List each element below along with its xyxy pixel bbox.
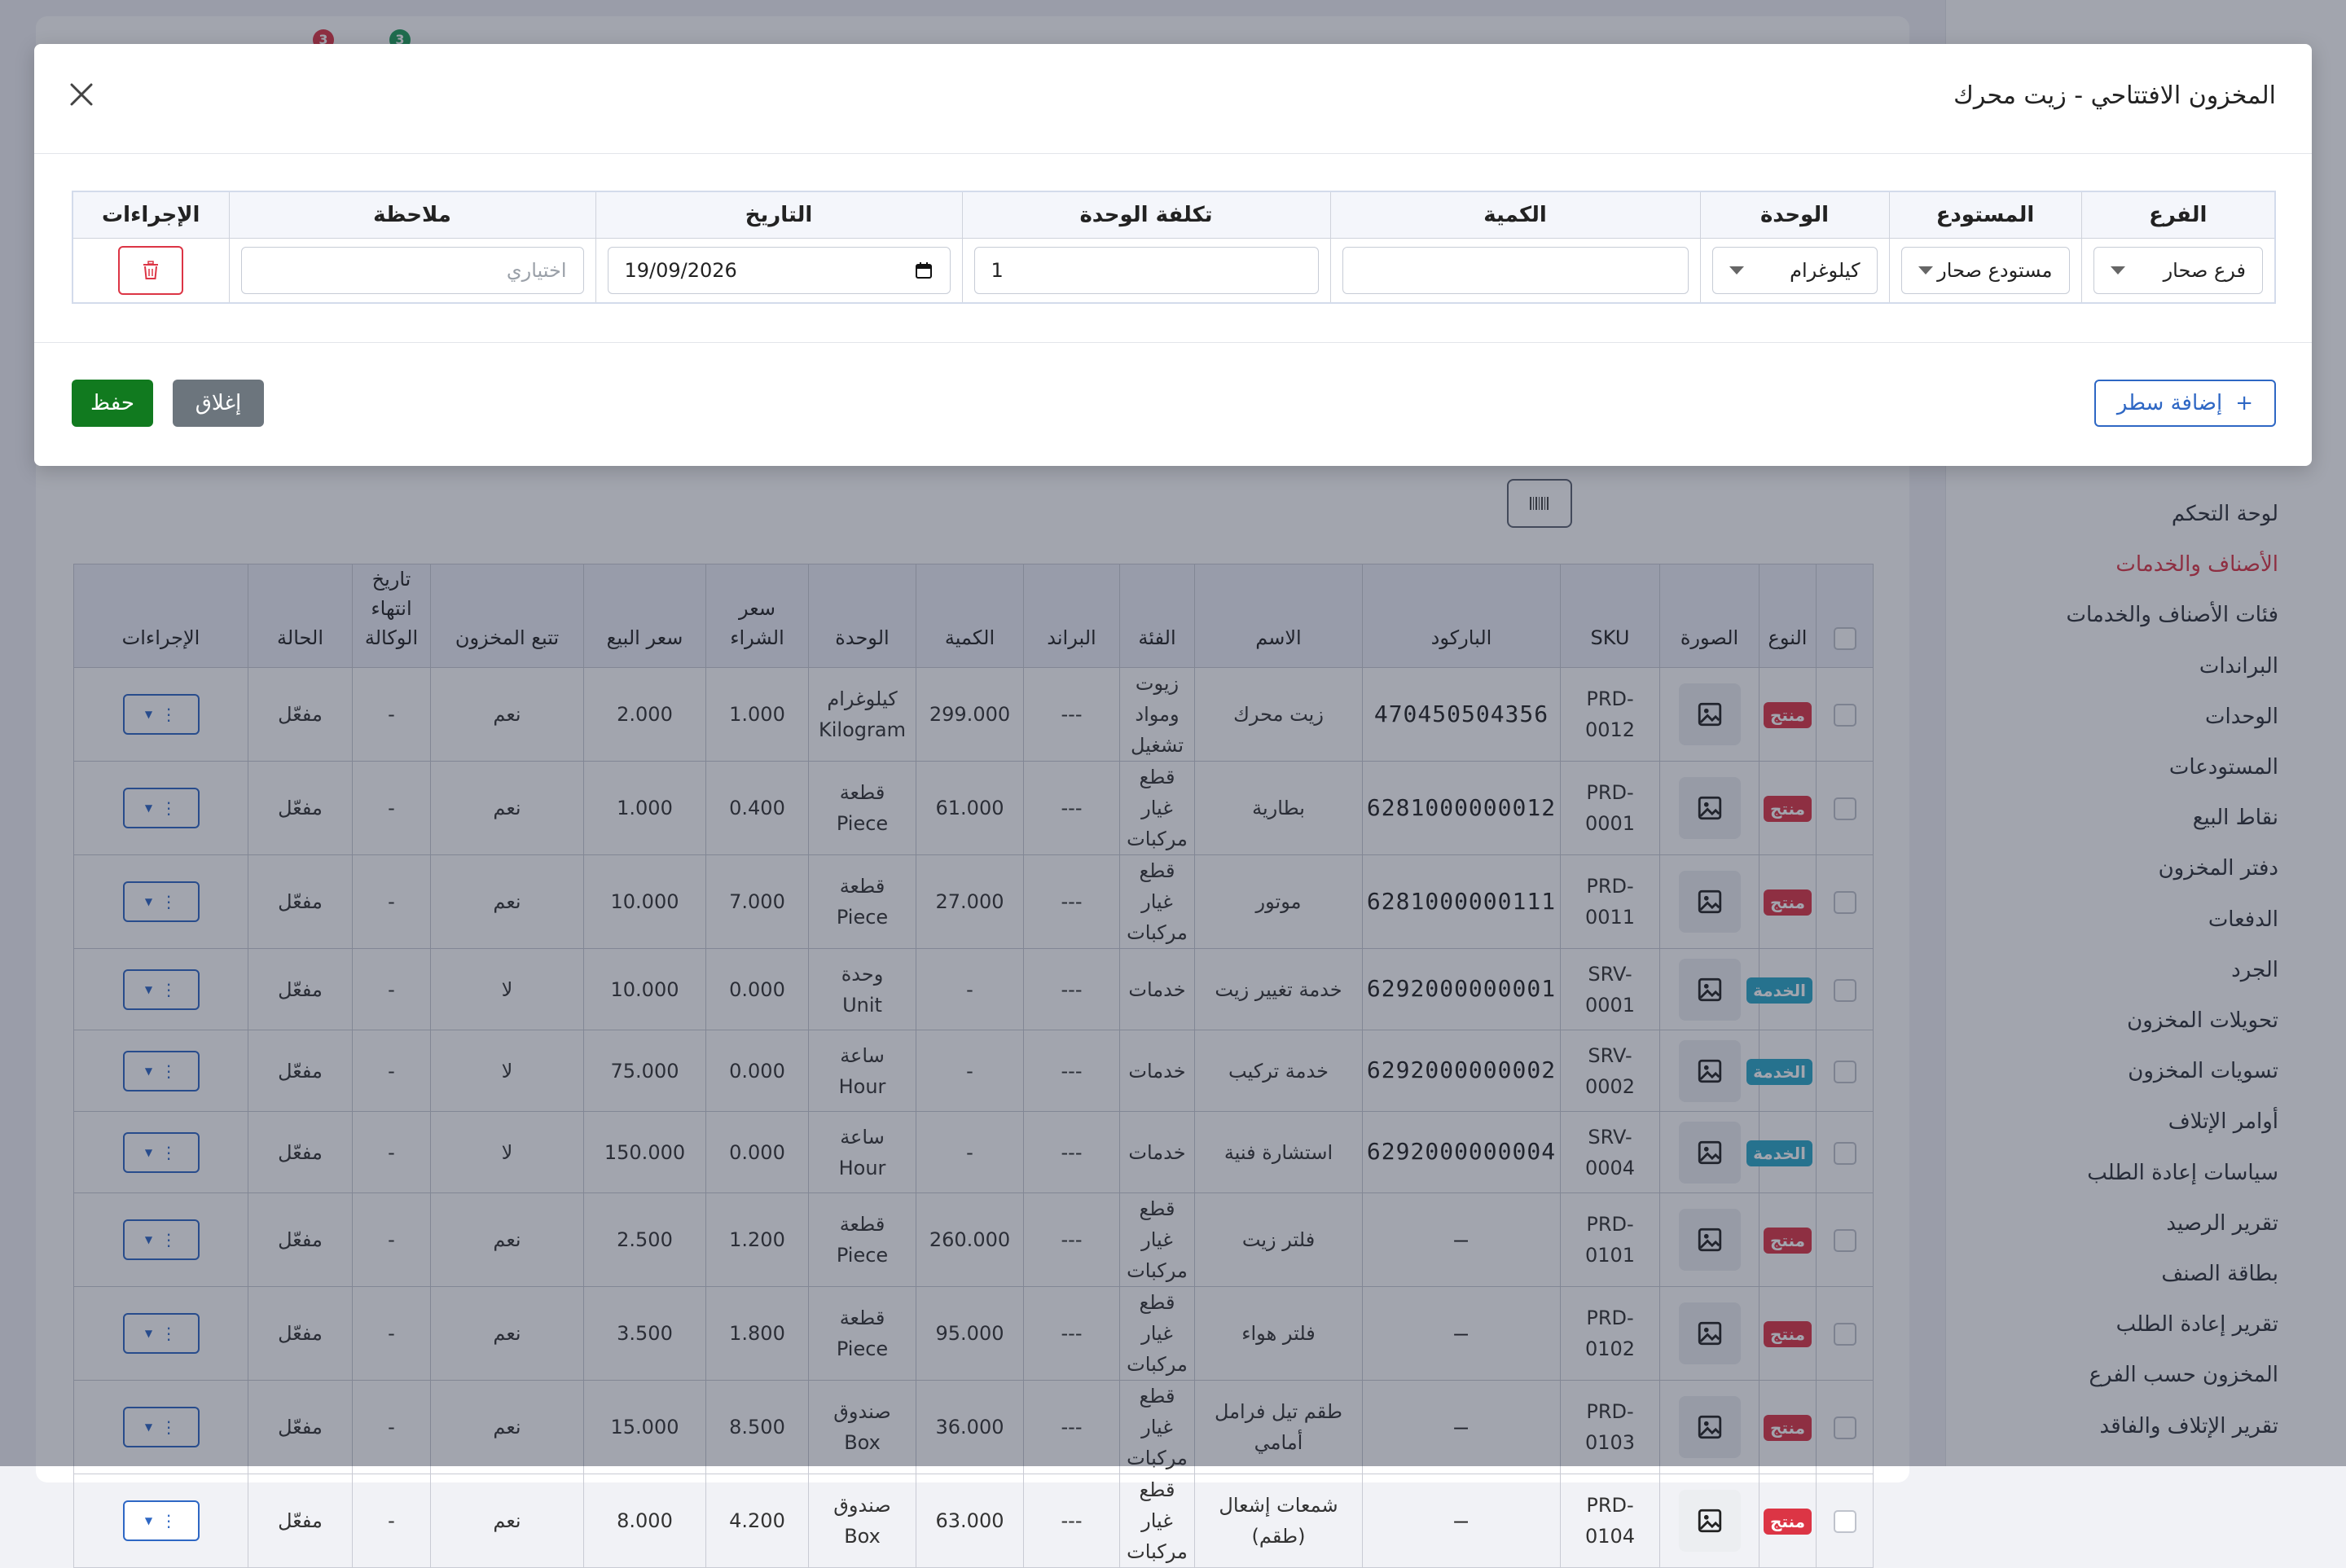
warehouse-value: مستودع صحار <box>1937 259 2053 282</box>
save-button[interactable]: حفظ <box>72 380 153 427</box>
caret-down-icon: ▼ <box>144 1515 153 1526</box>
unit-ar: صندوق <box>833 1494 891 1517</box>
barcode-cell: — <box>1362 1474 1561 1568</box>
unit-cell: صندوق Box <box>808 1474 916 1568</box>
unit-cost-input[interactable]: 1 <box>973 247 1319 294</box>
add-row-button[interactable]: + إضافة سطر <box>2093 380 2276 427</box>
branch-select[interactable]: فرع صحار <box>2093 247 2263 294</box>
header-quantity: الكمية <box>1329 191 1701 239</box>
quantity-input[interactable] <box>1342 247 1689 294</box>
chevron-down-icon <box>2110 266 2125 275</box>
stock-tracking-cell: نعم <box>430 1474 584 1568</box>
unit-value: كيلوغرام <box>1790 259 1861 282</box>
close-icon[interactable] <box>65 78 98 111</box>
trash-icon <box>143 261 159 279</box>
image-placeholder-icon[interactable] <box>1678 1490 1741 1552</box>
note-input[interactable]: اختياري <box>240 247 584 294</box>
entry-row: فرع صحار مستودع صحار كيلوغرام 1 19/09/20… <box>72 238 2276 304</box>
warehouse-select[interactable]: مستودع صحار <box>1900 247 2070 294</box>
modal-footer-divider <box>34 342 2312 343</box>
row-select-cell[interactable] <box>1816 1474 1874 1568</box>
sale-price-cell: 8.000 <box>583 1474 706 1568</box>
header-unit: الوحدة <box>1699 191 1890 239</box>
actions-cell: ⋮ ▼ <box>73 1474 248 1568</box>
image-cell <box>1659 1474 1760 1568</box>
date-value: 19/09/2026 <box>624 259 737 282</box>
type-badge: منتج <box>1763 1509 1812 1535</box>
unit-cost-value: 1 <box>991 259 1004 282</box>
row-actions-button[interactable]: ⋮ ▼ <box>122 1500 200 1541</box>
quantity-cell: 63.000 <box>916 1474 1024 1568</box>
plus-icon: + <box>2235 391 2253 415</box>
header-actions: الإجراءات <box>72 191 230 239</box>
add-row-label: إضافة سطر <box>2116 391 2223 415</box>
date-input[interactable]: 19/09/2026 <box>607 247 951 294</box>
more-vertical-icon: ⋮ <box>160 1511 178 1531</box>
chevron-down-icon <box>1729 266 1744 275</box>
barcode-value: — <box>1454 1506 1469 1534</box>
sku-cell: PRD-0104 <box>1560 1474 1660 1568</box>
brand-cell: --- <box>1023 1474 1120 1568</box>
modal-title: المخزون الافتتاحي - زيت محرك <box>1953 81 2276 110</box>
header-note: ملاحظة <box>228 191 596 239</box>
category-cell: قطع غيار مركبات <box>1119 1474 1195 1568</box>
table-row[interactable]: منتج PRD-0104 — شمعات إشعال (طقم) قطع غيار م… <box>73 1474 1874 1568</box>
header-date: التاريخ <box>595 191 963 239</box>
unit-en: Box <box>844 1525 881 1548</box>
header-warehouse: المستودع <box>1888 191 2082 239</box>
entry-header-row: الفرع المستودع الوحدة الكمية تكلفة الوحد… <box>72 191 2276 239</box>
header-branch: الفرع <box>2080 191 2276 239</box>
purchase-price-cell: 4.200 <box>705 1474 809 1568</box>
unit-select[interactable]: كيلوغرام <box>1711 247 1878 294</box>
calendar-icon[interactable] <box>914 261 934 280</box>
note-placeholder: اختياري <box>506 259 567 282</box>
opening-stock-modal: المخزون الافتتاحي - زيت محرك الفرع المست… <box>34 44 2312 466</box>
header-unit-cost: تكلفة الوحدة <box>961 191 1331 239</box>
delete-row-button[interactable] <box>118 246 184 295</box>
branch-value: فرع صحار <box>2163 259 2246 282</box>
agency-expiry-cell: - <box>352 1474 431 1568</box>
modal-divider <box>34 153 2312 154</box>
name-cell: شمعات إشعال (طقم) <box>1194 1474 1363 1568</box>
chevron-down-icon <box>1918 266 1933 275</box>
close-button[interactable]: إغلاق <box>173 380 264 427</box>
status-cell: مفعّل <box>248 1474 353 1568</box>
opening-stock-table: الفرع المستودع الوحدة الكمية تكلفة الوحد… <box>72 191 2276 304</box>
row-checkbox[interactable] <box>1833 1510 1856 1533</box>
type-cell: منتج <box>1759 1474 1817 1568</box>
